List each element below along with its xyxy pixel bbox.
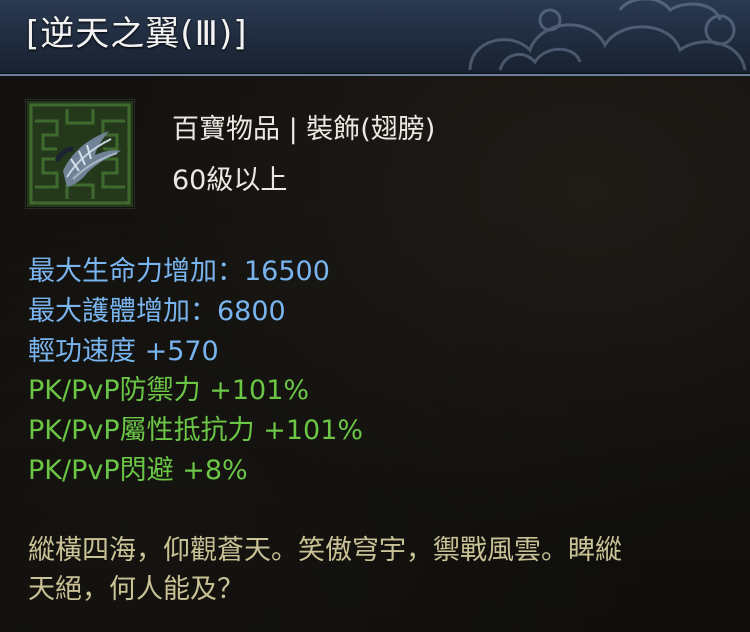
- title-bar: [逆天之翼(Ⅲ)]: [0, 0, 750, 76]
- item-tooltip: [逆天之翼(Ⅲ)] 百寶物品 | 裝飾(翅膀) 60級以上 最大生命力增加：16…: [0, 0, 750, 632]
- cloud-ornament-icon: [468, 0, 747, 71]
- item-level-requirement: 60級以上: [172, 165, 288, 196]
- stat-pvp-evasion: PK/PvP閃避 +8%: [28, 455, 248, 486]
- stat-max-protection: 最大護體增加：6800: [28, 296, 286, 327]
- flavor-text-line-2: 天絕，何人能及？: [28, 574, 244, 605]
- stat-pvp-resistance: PK/PvP屬性抵抗力 +101%: [28, 415, 364, 446]
- stat-max-hp: 最大生命力增加：16500: [28, 256, 330, 287]
- item-icon-slot[interactable]: [26, 100, 134, 208]
- item-category: 百寶物品 | 裝飾(翅膀): [172, 114, 436, 145]
- flavor-text-line-1: 縱橫四海，仰觀蒼天。笑傲穹宇，禦戰風雲。睥縱: [28, 535, 622, 566]
- stat-pvp-defense: PK/PvP防禦力 +101%: [28, 375, 310, 406]
- item-title: [逆天之翼(Ⅲ)]: [26, 14, 248, 54]
- wing-item-icon: [27, 101, 133, 207]
- stat-qinggong-speed: 輕功速度 +570: [28, 336, 219, 367]
